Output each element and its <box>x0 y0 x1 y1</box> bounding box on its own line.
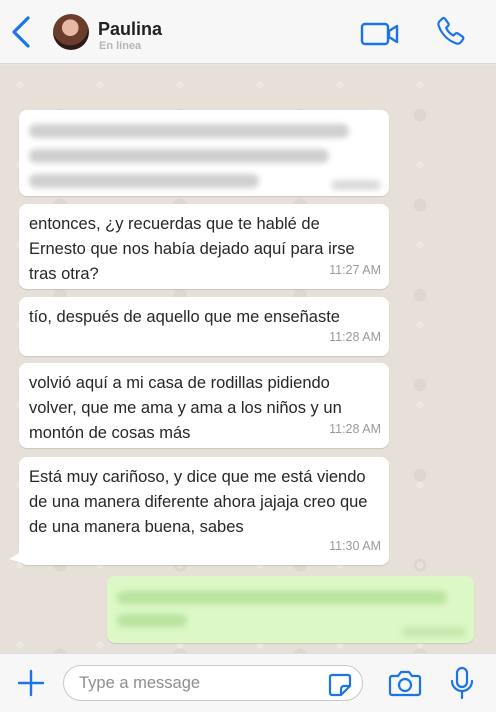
microphone-icon <box>450 666 474 700</box>
message-time: 11:28 AM <box>329 422 381 436</box>
microphone-button[interactable] <box>448 665 476 701</box>
contact-status: En línea <box>99 40 142 52</box>
chat-area[interactable]: entonces, ¿y recuerdas que te hablé de E… <box>0 65 496 653</box>
message-time: 11:28 AM <box>329 330 381 344</box>
composer-bar <box>0 653 496 712</box>
message-text: tío, después de aquello que me enseñaste <box>29 308 340 326</box>
camera-icon <box>388 670 422 697</box>
video-call-button[interactable] <box>359 20 401 48</box>
sticker-icon <box>328 673 352 697</box>
message-input[interactable] <box>63 665 363 701</box>
phone-call-icon <box>437 16 465 45</box>
message-bubble-incoming[interactable] <box>19 110 389 196</box>
message-bubble-incoming[interactable]: tío, después de aquello que me enseñaste… <box>19 297 389 356</box>
message-time <box>331 180 381 190</box>
back-button[interactable] <box>6 12 36 52</box>
message-bubble-outgoing[interactable] <box>107 576 474 643</box>
message-text: volvió aquí a mi casa de rodillas pidien… <box>29 374 342 442</box>
bubble-tail <box>9 551 23 563</box>
message-bubble-incoming[interactable]: Está muy cariñoso, y dice que me está vi… <box>19 457 389 565</box>
chat-header: Paulina En línea <box>0 0 496 64</box>
attach-button[interactable] <box>16 668 46 698</box>
message-text <box>29 124 379 188</box>
phone-call-button[interactable] <box>432 14 470 52</box>
video-call-icon <box>360 22 399 46</box>
message-bubble-incoming[interactable]: entonces, ¿y recuerdas que te hablé de E… <box>19 204 389 289</box>
message-text <box>117 591 464 627</box>
message-time: 11:27 AM <box>329 263 381 277</box>
camera-button[interactable] <box>388 667 422 699</box>
message-bubble-incoming[interactable]: volvió aquí a mi casa de rodillas pidien… <box>19 363 389 448</box>
back-icon <box>12 16 30 48</box>
contact-name[interactable]: Paulina <box>98 19 162 40</box>
avatar[interactable] <box>53 14 89 50</box>
message-time: 11:30 AM <box>329 539 381 553</box>
sticker-button[interactable] <box>327 672 353 698</box>
message-text: Está muy cariñoso, y dice que me está vi… <box>29 468 368 536</box>
plus-icon <box>17 669 45 697</box>
message-time <box>402 627 466 637</box>
message-text: entonces, ¿y recuerdas que te hablé de E… <box>29 215 355 283</box>
